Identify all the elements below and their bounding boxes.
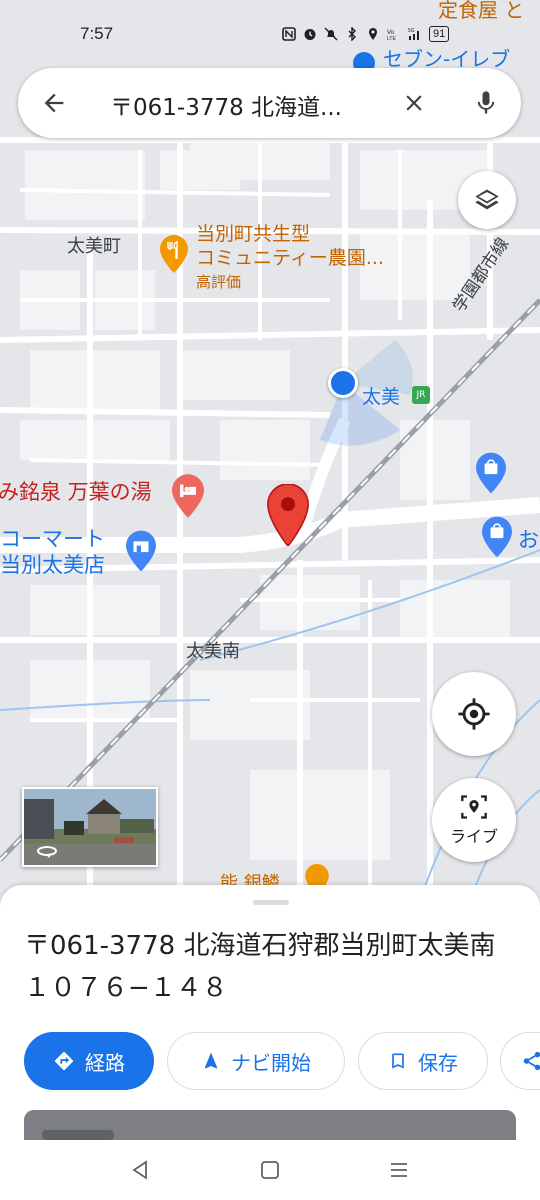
destination-pin-icon[interactable] [266,483,310,548]
poi-farm[interactable]: 当別町共生型 コミュニティー農園... 高評価 [196,222,384,294]
poi-label-partial[interactable]: お [518,527,539,553]
bookmark-icon [392,1053,404,1069]
bluetooth-icon [348,27,356,41]
close-icon [406,95,422,111]
location-status-icon [369,28,377,40]
status-icons: Vo LTE 5G 91 [282,24,450,44]
sheet-drag-handle[interactable] [253,900,289,905]
clear-search-button[interactable] [394,83,434,123]
poi-label-teishokuya[interactable]: 定食屋 と [438,0,524,22]
poi-label-onsen[interactable]: み銘泉 万葉の湯 [0,476,152,506]
action-chips: 経路 ナビ開始 保存 [24,1032,540,1092]
street-view-thumbnail[interactable] [22,787,158,867]
layers-button[interactable] [458,171,516,229]
live-view-icon [461,795,487,819]
nav-back-button[interactable] [128,1158,152,1182]
station-label[interactable]: 太美 [362,384,400,410]
map-view[interactable]: 7:57 Vo LTE 5G 91 定食屋 と セブン-イレブ 〒061-3778… [0,0,540,900]
restaurant-pin-icon[interactable] [160,235,188,273]
area-label-taibi-town[interactable]: 太美町 [67,232,121,258]
jr-station-icon[interactable]: JR [412,386,430,404]
nfc-icon [282,27,296,41]
crosshair-icon [458,698,490,730]
search-bar[interactable]: 〒061-3778 北海道... [18,68,521,138]
mute-icon [324,27,338,41]
start-navigation-label: ナビ開始 [231,1050,311,1075]
rotate-360-icon [37,846,57,858]
poi-store-name-line1[interactable]: コーマート [0,526,105,552]
live-view-label: ライブ [449,827,498,846]
menu-lines-icon [391,1163,407,1177]
live-view-button[interactable]: ライブ [432,778,516,862]
arrow-back-icon [44,93,64,113]
poi-farm-name-line2[interactable]: コミュニティー農園... [196,246,384,270]
nav-recents-button[interactable] [387,1158,411,1182]
square-home-icon [261,1161,279,1179]
volte-icon: VoLTE [387,30,396,41]
poi-store[interactable]: コーマート 当別太美店 [0,526,105,578]
voice-search-button[interactable] [466,83,506,123]
directions-icon [54,1051,74,1071]
place-address: 〒061-3778 北海道石狩郡当別町太美南１０７６−１４８ [24,931,496,1003]
nav-home-button[interactable] [258,1158,282,1182]
share-button[interactable] [500,1032,540,1090]
my-location-button[interactable] [432,672,516,756]
start-navigation-button[interactable]: ナビ開始 [167,1032,345,1090]
back-button[interactable] [34,83,74,123]
mic-icon [477,91,495,114]
area-label-taibi-south[interactable]: 太美南 [186,637,240,663]
photo-overlay-badge [42,1130,114,1140]
poi-store-name-line2[interactable]: 当別太美店 [0,552,105,578]
share-icon [523,1051,540,1071]
save-button[interactable]: 保存 [358,1032,488,1090]
place-photo[interactable] [24,1110,516,1140]
system-nav-bar [0,1140,540,1200]
layers-icon [475,189,499,210]
signal-icon: 5G [408,28,419,40]
navigation-icon [204,1052,218,1069]
hotel-pin-icon[interactable] [172,474,204,518]
poi-farm-rating: 高評価 [196,273,242,291]
shopping-pin-icon[interactable] [476,452,506,494]
search-query[interactable]: 〒061-3778 北海道... [110,88,400,122]
poi-farm-name-line1[interactable]: 当別町共生型 [196,222,384,246]
battery-level: 91 [429,26,450,42]
directions-label: 経路 [85,1050,125,1075]
current-location-dot [328,368,358,398]
triangle-back-icon [132,1160,147,1180]
svg-text:LTE: LTE [387,36,396,41]
alarm-icon [304,29,316,40]
status-time: 7:57 [80,24,114,43]
save-label: 保存 [418,1050,458,1075]
svg-text:5G: 5G [408,28,415,34]
directions-button[interactable]: 経路 [24,1032,154,1090]
convenience-store-pin-icon-2[interactable] [126,530,156,572]
shopping-pin-icon-2[interactable] [482,516,512,558]
